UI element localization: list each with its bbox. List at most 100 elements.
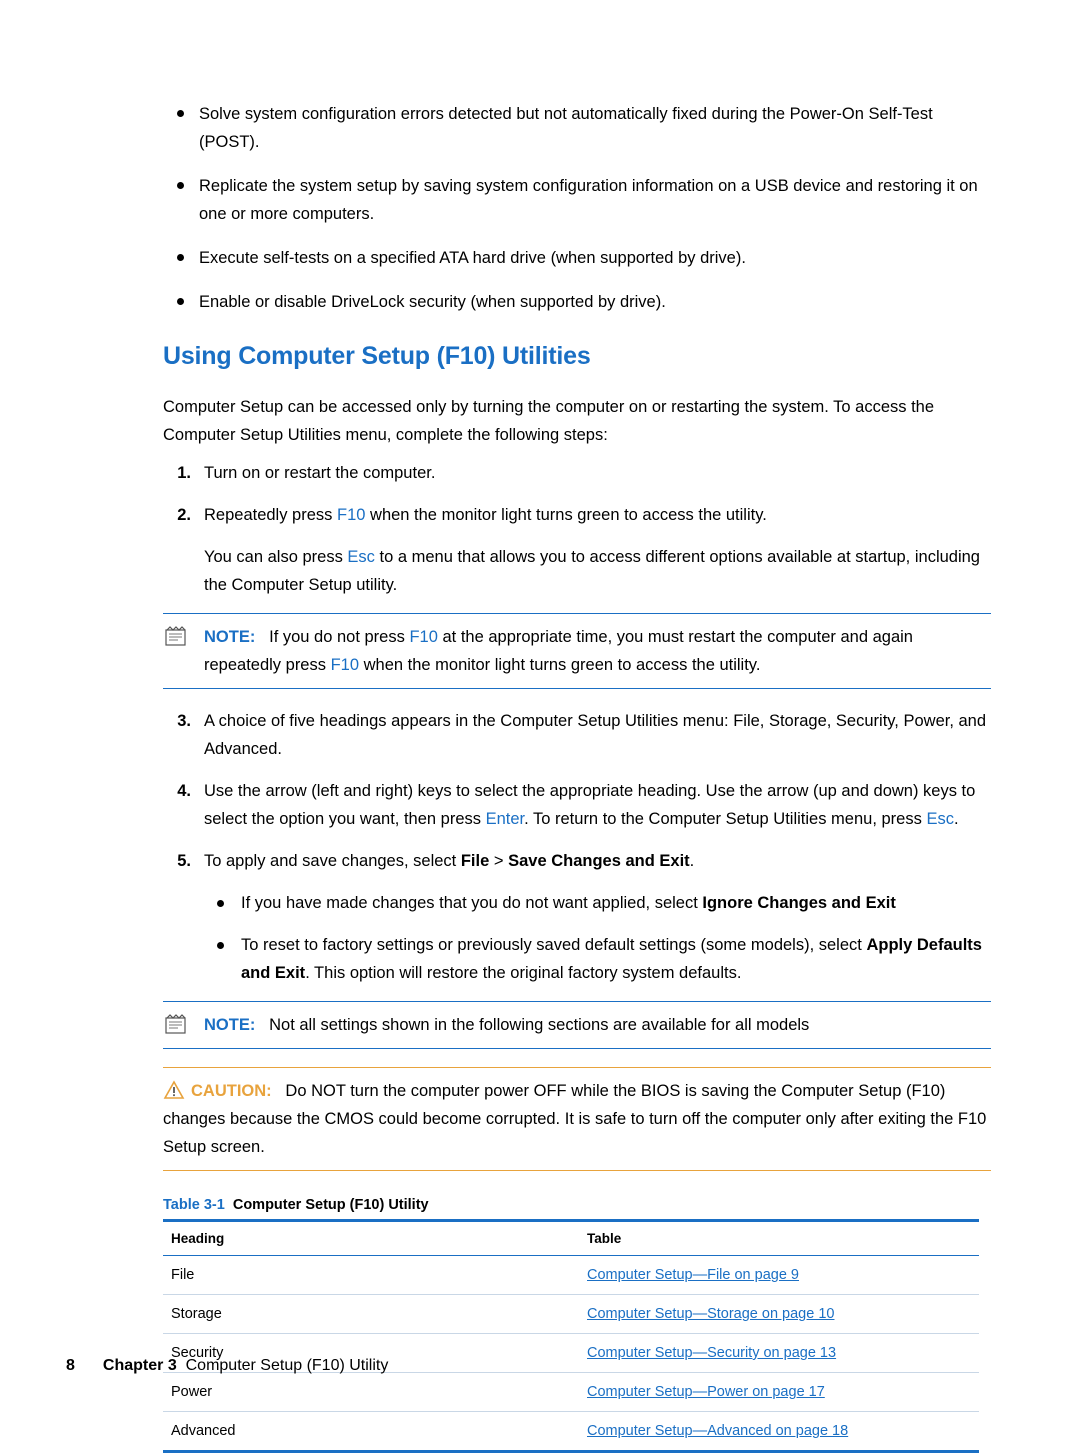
menu-save-changes-and-exit: Save Changes and Exit <box>508 852 690 870</box>
footer-chapter-word: Chapter <box>102 1357 164 1374</box>
list-item: Solve system configuration errors detect… <box>163 100 991 156</box>
cell-link: Computer Setup—File on page 9 <box>579 1255 979 1295</box>
note-block-2: NOTE: Not all settings shown in the foll… <box>163 1001 991 1049</box>
intro-paragraph: Computer Setup can be accessed only by t… <box>163 398 935 444</box>
key-f10: F10 <box>330 656 360 674</box>
menu-ignore-changes-and-exit: Ignore Changes and Exit <box>702 894 896 912</box>
key-enter: Enter <box>485 810 525 828</box>
xref-link-security[interactable]: Computer Setup—Security on page 13 <box>587 1345 836 1361</box>
caution-body: CAUTION: Do NOT turn the computer power … <box>163 1077 991 1161</box>
cell-link: Computer Setup—Storage on page 10 <box>579 1294 979 1334</box>
step-number: 2. <box>177 506 191 524</box>
list-item-text: Solve system configuration errors detect… <box>199 105 933 151</box>
note-label: NOTE: <box>204 1016 256 1034</box>
cell-link: Computer Setup—Advanced on page 18 <box>579 1411 979 1453</box>
footer-chapter-number: 3 <box>167 1357 177 1374</box>
table-row: File Computer Setup—File on page 9 <box>163 1255 979 1295</box>
bullet-dot-icon <box>177 110 184 117</box>
xref-link-file[interactable]: Computer Setup—File on page 9 <box>587 1267 799 1283</box>
step-number: 1. <box>177 464 191 482</box>
table-number: Table 3-1 <box>163 1197 225 1213</box>
subparagraph-part: You can also press <box>204 548 348 566</box>
caution-text: Do NOT turn the computer power OFF while… <box>163 1082 987 1156</box>
document-page: Solve system configuration errors detect… <box>0 0 1080 1453</box>
note-body: NOTE: Not all settings shown in the foll… <box>163 1011 991 1039</box>
table-header-row: Heading Table <box>163 1219 979 1256</box>
step-text-part: . To return to the Computer Setup Utilit… <box>524 810 927 828</box>
step-text-part: . <box>953 810 959 828</box>
key-esc: Esc <box>926 810 954 828</box>
step-2-subparagraph: You can also press Esc to a menu that al… <box>163 543 991 599</box>
cell-heading: Advanced <box>163 1411 579 1453</box>
bullet-text-part: . This option will restore the original … <box>305 964 742 982</box>
bullet-dot-icon <box>177 182 184 189</box>
step-2: 2. Repeatedly press F10 when the monitor… <box>163 501 991 529</box>
bullet-text-part: To reset to factory settings or previous… <box>241 936 867 954</box>
xref-link-storage[interactable]: Computer Setup—Storage on page 10 <box>587 1306 834 1322</box>
bullet-dot-icon <box>177 298 184 305</box>
step-5-bullet-2: To reset to factory settings or previous… <box>163 931 991 987</box>
note-label: NOTE: <box>204 628 256 646</box>
bullet-dot-icon <box>217 942 224 949</box>
step-text-part: . <box>689 852 695 870</box>
column-header-heading: Heading <box>163 1219 579 1256</box>
note-body: NOTE: If you do not press F10 at the app… <box>163 623 991 679</box>
table-title: Computer Setup (F10) Utility <box>232 1197 429 1213</box>
warning-icon <box>163 1080 185 1100</box>
cell-link: Computer Setup—Security on page 13 <box>579 1333 979 1373</box>
step-number: 4. <box>177 782 191 800</box>
intro-bullet-list: Solve system configuration errors detect… <box>163 100 991 316</box>
table-head: Heading Table <box>163 1219 979 1256</box>
page-footer: 8 Chapter 3 Computer Setup (F10) Utility <box>66 1357 388 1375</box>
key-f10: F10 <box>409 628 438 646</box>
key-f10: F10 <box>337 506 366 524</box>
note-text: Not all settings shown in the following … <box>269 1016 810 1034</box>
list-item: Execute self-tests on a specified ATA ha… <box>163 244 991 272</box>
step-text-part: > <box>489 852 509 870</box>
step-4: 4. Use the arrow (left and right) keys t… <box>163 777 991 833</box>
section-heading: Using Computer Setup (F10) Utilities <box>163 342 591 370</box>
list-item-text: Replicate the system setup by saving sys… <box>199 177 978 223</box>
bullet-dot-icon <box>217 900 224 907</box>
key-esc: Esc <box>347 548 375 566</box>
step-text-part: To apply and save changes, select <box>204 852 461 870</box>
table-body: File Computer Setup—File on page 9 Stora… <box>163 1255 979 1453</box>
note-text-part: If you do not press <box>269 628 410 646</box>
cell-heading: Power <box>163 1372 579 1412</box>
step-3: 3. A choice of five headings appears in … <box>163 707 991 763</box>
computer-setup-table: Heading Table File Computer Setup—File o… <box>163 1219 979 1453</box>
step-number: 3. <box>177 712 191 730</box>
cell-heading: File <box>163 1255 579 1295</box>
list-item: Replicate the system setup by saving sys… <box>163 172 991 228</box>
column-header-table: Table <box>579 1219 979 1256</box>
bullet-dot-icon <box>177 254 184 261</box>
step-text: Turn on or restart the computer. <box>204 464 436 482</box>
caution-block: CAUTION: Do NOT turn the computer power … <box>163 1067 991 1171</box>
note-text-part: when the monitor light turns green to ac… <box>359 656 761 674</box>
note-block-1: NOTE: If you do not press F10 at the app… <box>163 613 991 689</box>
table-row: Storage Computer Setup—Storage on page 1… <box>163 1294 979 1334</box>
page-content: Solve system configuration errors detect… <box>163 100 991 1453</box>
table-row: Advanced Computer Setup—Advanced on page… <box>163 1411 979 1453</box>
note-icon <box>165 1014 191 1036</box>
note-icon <box>165 626 191 648</box>
footer-chapter-title: Computer Setup (F10) Utility <box>185 1357 389 1374</box>
list-item-text: Enable or disable DriveLock security (wh… <box>199 293 666 311</box>
table-row: Power Computer Setup—Power on page 17 <box>163 1372 979 1412</box>
menu-file: File <box>460 852 490 870</box>
cell-heading: Storage <box>163 1294 579 1334</box>
xref-link-power[interactable]: Computer Setup—Power on page 17 <box>587 1384 825 1400</box>
list-item-text: Execute self-tests on a specified ATA ha… <box>199 249 746 267</box>
step-text: A choice of five headings appears in the… <box>204 712 987 758</box>
bullet-text-part: If you have made changes that you do not… <box>241 894 703 912</box>
list-item: Enable or disable DriveLock security (wh… <box>163 288 991 316</box>
caution-label: CAUTION: <box>191 1082 272 1100</box>
step-5: 5. To apply and save changes, select Fil… <box>163 847 991 875</box>
step-text-part: Repeatedly press <box>204 506 337 524</box>
step-text-part: when the monitor light turns green to ac… <box>365 506 767 524</box>
step-number: 5. <box>177 852 191 870</box>
step-1: 1. Turn on or restart the computer. <box>163 459 991 487</box>
table-caption: Table 3-1 Computer Setup (F10) Utility <box>163 1197 991 1213</box>
cell-link: Computer Setup—Power on page 17 <box>579 1372 979 1412</box>
page-number: 8 <box>66 1357 75 1374</box>
